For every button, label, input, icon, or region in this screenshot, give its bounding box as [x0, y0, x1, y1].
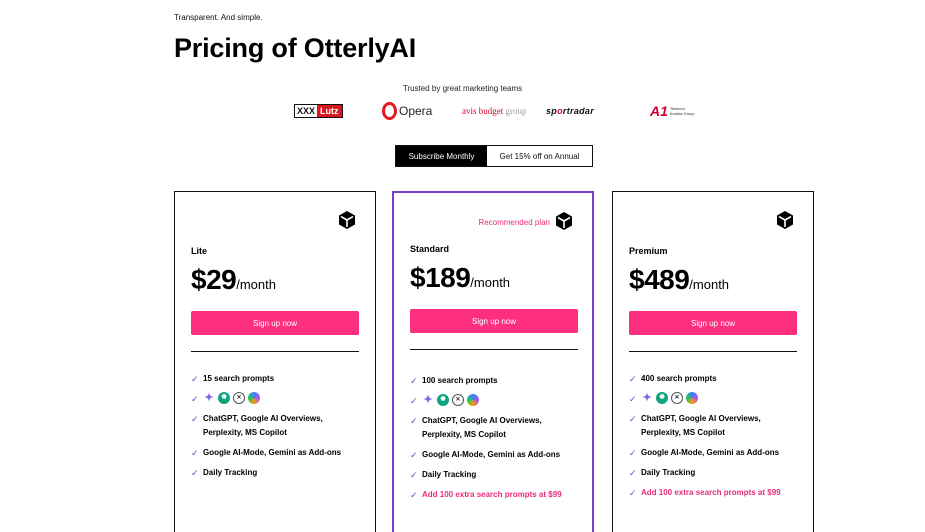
copilot-icon [248, 392, 260, 404]
plan-price: $29/month [191, 264, 276, 295]
feature-list: ✓ 100 search prompts ✓ ✦ ❋ ✕ ✓ ChatGPT, Go… [410, 374, 580, 508]
copilot-icon [686, 392, 698, 404]
page-title: Pricing of OtterlyAI [174, 33, 417, 63]
feature-item: ✓ Google AI-Mode, Gemini as Add-ons [629, 448, 780, 458]
plan-price: $489/month [629, 264, 730, 295]
perplexity-icon: ✕ [671, 392, 683, 404]
customer-logos: XXX Lutz Opera avis budget group sp o rtrad… [292, 100, 695, 122]
check-icon: ✓ [410, 490, 418, 500]
feature-item: ✓ Daily Tracking [191, 468, 258, 478]
addon-item: ✓ Add 100 extra search prompts at $99 [410, 490, 562, 500]
plan-name: Standard [410, 244, 450, 254]
feature-item: ✓ 400 search prompts [629, 374, 717, 384]
check-icon: ✓ [410, 416, 418, 426]
check-icon: ✓ [410, 396, 418, 406]
plan-name: Premium [629, 246, 668, 256]
gemini-icon: ✦ [642, 392, 652, 404]
check-icon: ✓ [629, 394, 637, 404]
cube-icon [339, 211, 355, 229]
feature-list: ✓ 15 search prompts ✓ ✦ ❋ ✕ ✓ ChatGPT, Goo… [191, 372, 361, 486]
check-icon: ✓ [191, 468, 199, 478]
feature-item: ✓ ChatGPT, Google AI Overviews, Perplexit… [629, 414, 761, 437]
avis-budget-logo: avis budget group [462, 106, 527, 116]
xxxlutz-logo: XXX Lutz [294, 100, 343, 122]
feature-item: ✓ Google AI-Mode, Gemini as Add-ons [410, 450, 561, 460]
feature-item: ✓ Daily Tracking [410, 470, 477, 480]
recommended-badge: Recommended plan [478, 218, 550, 227]
annual-discount-tab[interactable]: Get 15% off on Annual [487, 146, 592, 166]
opera-logo: Opera [382, 100, 432, 122]
cube-icon [556, 212, 572, 230]
feature-item: ✓ ✦ ❋ ✕ [410, 394, 580, 408]
check-icon: ✓ [191, 414, 199, 424]
check-icon: ✓ [410, 376, 418, 386]
tagline: Transparent. And simple. [174, 13, 263, 22]
feature-item: ✓ Daily Tracking [629, 468, 696, 478]
cube-icon [777, 211, 793, 229]
ai-engine-icons: ✦ ❋ ✕ [203, 392, 260, 404]
billing-toggle: Subscribe Monthly Get 15% off on Annual [395, 145, 593, 167]
chatgpt-icon: ❋ [218, 392, 230, 404]
ai-engine-icons: ✦ ❋ ✕ [422, 394, 479, 406]
subscribe-monthly-tab[interactable]: Subscribe Monthly [396, 146, 487, 166]
check-icon: ✓ [629, 468, 637, 478]
feature-item: ✓ 100 search prompts [410, 376, 498, 386]
perplexity-icon: ✕ [233, 392, 245, 404]
check-icon: ✓ [410, 450, 418, 460]
check-icon: ✓ [629, 374, 637, 384]
check-icon: ✓ [191, 448, 199, 458]
sportradar-logo: sp o rtradar [546, 106, 595, 116]
feature-list: ✓ 400 search prompts ✓ ✦ ❋ ✕ ✓ ChatGPT, Go… [629, 372, 799, 506]
plan-card-premium: Premium $489/month Sign up now ✓ 400 sear… [612, 191, 814, 532]
chatgpt-icon: ❋ [437, 394, 449, 406]
feature-item: ✓ Google AI-Mode, Gemini as Add-ons [191, 448, 342, 458]
chatgpt-icon: ❋ [656, 392, 668, 404]
feature-item: ✓ 15 search prompts [191, 374, 275, 384]
divider [629, 351, 797, 352]
divider [410, 349, 578, 350]
check-icon: ✓ [191, 374, 199, 384]
gemini-icon: ✦ [423, 394, 433, 406]
feature-item: ✓ ✦ ❋ ✕ [191, 392, 361, 406]
sign-up-button[interactable]: Sign up now [629, 311, 797, 335]
feature-item: ✓ ChatGPT, Google AI Overviews, Perplexit… [191, 414, 323, 437]
a1-logo: A1 Telekom Austria Group [650, 103, 695, 119]
check-icon: ✓ [410, 470, 418, 480]
copilot-icon [467, 394, 479, 406]
ai-engine-icons: ✦ ❋ ✕ [641, 392, 698, 404]
feature-item: ✓ ChatGPT, Google AI Overviews, Perplexit… [410, 416, 542, 439]
feature-item: ✓ ✦ ❋ ✕ [629, 392, 799, 406]
perplexity-icon: ✕ [452, 394, 464, 406]
plan-card-lite: Lite $29/month Sign up now ✓ 15 search pr… [174, 191, 376, 532]
sign-up-button[interactable]: Sign up now [191, 311, 359, 335]
check-icon: ✓ [191, 394, 199, 404]
divider [191, 351, 359, 352]
trusted-by-text: Trusted by great marketing teams [402, 84, 523, 93]
gemini-icon: ✦ [204, 392, 214, 404]
plan-price: $189/month [410, 262, 511, 293]
check-icon: ✓ [629, 448, 637, 458]
check-icon: ✓ [629, 414, 637, 424]
check-icon: ✓ [629, 488, 637, 498]
plan-name: Lite [191, 246, 208, 256]
addon-item: ✓ Add 100 extra search prompts at $99 [629, 488, 781, 498]
plan-card-standard: Recommended plan Standard $189/month Sig… [392, 191, 594, 532]
sign-up-button[interactable]: Sign up now [410, 309, 578, 333]
